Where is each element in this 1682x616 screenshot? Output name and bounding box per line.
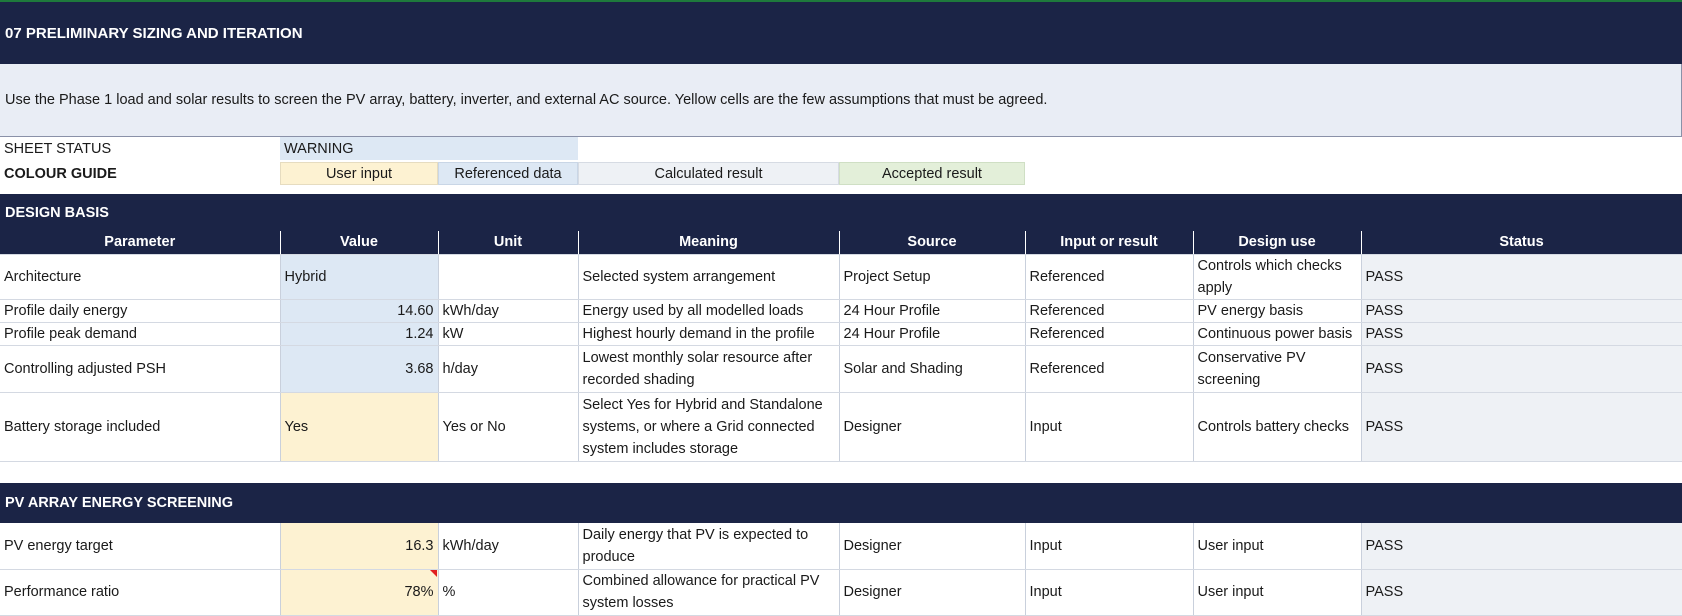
io-cell[interactable]: Input: [1025, 392, 1194, 462]
value-cell[interactable]: 78%: [280, 569, 439, 616]
source-cell[interactable]: Designer: [839, 569, 1026, 616]
comment-marker-icon[interactable]: [429, 569, 437, 577]
col-header-value[interactable]: Value: [280, 231, 439, 255]
meaning-cell[interactable]: Daily energy that PV is expected to prod…: [578, 523, 840, 570]
param-cell[interactable]: Performance ratio: [0, 569, 281, 616]
guide-calculated[interactable]: Calculated result: [578, 162, 839, 185]
table-row: Performance ratio 78% % Combined allowan…: [0, 569, 1682, 616]
source-cell[interactable]: 24 Hour Profile: [839, 322, 1026, 346]
table-row: Controlling adjusted PSH 3.68 h/day Lowe…: [0, 345, 1682, 393]
table-row: Profile daily energy 14.60 kWh/day Energ…: [0, 299, 1682, 323]
section-design-basis: DESIGN BASIS: [0, 194, 1682, 231]
param-cell[interactable]: Architecture: [0, 254, 281, 300]
io-cell[interactable]: Referenced: [1025, 322, 1194, 346]
table-row: Battery storage included Yes Yes or No S…: [0, 392, 1682, 462]
colour-guide-label: COLOUR GUIDE: [4, 165, 117, 182]
value-text: 78%: [404, 584, 434, 600]
io-cell[interactable]: Input: [1025, 569, 1194, 616]
sheet-status-blank[interactable]: [438, 137, 578, 160]
status-cell[interactable]: PASS: [1361, 299, 1682, 323]
value-cell[interactable]: 14.60: [280, 299, 439, 323]
meaning-cell[interactable]: Combined allowance for practical PV syst…: [578, 569, 840, 616]
use-cell[interactable]: PV energy basis: [1193, 299, 1362, 323]
source-cell[interactable]: 24 Hour Profile: [839, 299, 1026, 323]
param-cell[interactable]: Battery storage included: [0, 392, 281, 462]
sheet-title: 07 PRELIMINARY SIZING AND ITERATION: [0, 2, 1682, 64]
use-cell[interactable]: Controls battery checks: [1193, 392, 1362, 462]
use-cell[interactable]: Controls which checks apply: [1193, 254, 1362, 300]
meaning-cell[interactable]: Selected system arrangement: [578, 254, 840, 300]
value-cell[interactable]: Yes: [280, 392, 439, 462]
pv-array-table: PV energy target 16.3 kWh/day Daily ener…: [0, 523, 1682, 616]
param-cell[interactable]: PV energy target: [0, 523, 281, 570]
sheet-status-label: SHEET STATUS: [4, 140, 112, 157]
status-cell[interactable]: PASS: [1361, 523, 1682, 570]
sheet-status-value[interactable]: WARNING: [280, 137, 438, 160]
param-cell[interactable]: Profile peak demand: [0, 322, 281, 346]
col-header-unit[interactable]: Unit: [438, 231, 579, 255]
io-cell[interactable]: Input: [1025, 523, 1194, 570]
col-header-design-use[interactable]: Design use: [1193, 231, 1362, 255]
source-cell[interactable]: Solar and Shading: [839, 345, 1026, 393]
use-cell[interactable]: Conservative PV screening: [1193, 345, 1362, 393]
meaning-cell[interactable]: Lowest monthly solar resource after reco…: [578, 345, 840, 393]
meaning-cell[interactable]: Energy used by all modelled loads: [578, 299, 840, 323]
io-cell[interactable]: Referenced: [1025, 299, 1194, 323]
value-cell[interactable]: 1.24: [280, 322, 439, 346]
unit-cell[interactable]: kWh/day: [438, 523, 579, 570]
unit-cell[interactable]: %: [438, 569, 579, 616]
col-header-meaning[interactable]: Meaning: [578, 231, 840, 255]
use-cell[interactable]: User input: [1193, 523, 1362, 570]
unit-cell[interactable]: h/day: [438, 345, 579, 393]
table-row: Architecture Hybrid Selected system arra…: [0, 254, 1682, 300]
status-cell[interactable]: PASS: [1361, 254, 1682, 300]
io-cell[interactable]: Referenced: [1025, 254, 1194, 300]
col-header-parameter[interactable]: Parameter: [0, 231, 281, 255]
sheet-intro: Use the Phase 1 load and solar results t…: [0, 64, 1682, 137]
guide-user-input[interactable]: User input: [280, 162, 438, 185]
col-header-source[interactable]: Source: [839, 231, 1026, 255]
value-cell[interactable]: 16.3: [280, 523, 439, 570]
source-cell[interactable]: Designer: [839, 392, 1026, 462]
unit-cell[interactable]: kW: [438, 322, 579, 346]
use-cell[interactable]: User input: [1193, 569, 1362, 616]
use-cell[interactable]: Continuous power basis: [1193, 322, 1362, 346]
param-cell[interactable]: Profile daily energy: [0, 299, 281, 323]
unit-cell[interactable]: kWh/day: [438, 299, 579, 323]
status-cell[interactable]: PASS: [1361, 392, 1682, 462]
table-header-row: Parameter Value Unit Meaning Source Inpu…: [0, 231, 1682, 255]
col-header-status[interactable]: Status: [1361, 231, 1682, 255]
guide-accepted[interactable]: Accepted result: [839, 162, 1025, 185]
section-pv-array-energy-screening: PV ARRAY ENERGY SCREENING: [0, 483, 1682, 523]
guide-referenced[interactable]: Referenced data: [438, 162, 578, 185]
value-cell[interactable]: Hybrid: [280, 254, 439, 300]
value-cell[interactable]: 3.68: [280, 345, 439, 393]
unit-cell[interactable]: [438, 254, 579, 300]
unit-cell[interactable]: Yes or No: [438, 392, 579, 462]
meaning-cell[interactable]: Highest hourly demand in the profile: [578, 322, 840, 346]
table-row: PV energy target 16.3 kWh/day Daily ener…: [0, 523, 1682, 570]
col-header-input-or-result[interactable]: Input or result: [1025, 231, 1194, 255]
source-cell[interactable]: Project Setup: [839, 254, 1026, 300]
status-cell[interactable]: PASS: [1361, 345, 1682, 393]
table-row: Profile peak demand 1.24 kW Highest hour…: [0, 322, 1682, 346]
io-cell[interactable]: Referenced: [1025, 345, 1194, 393]
status-cell[interactable]: PASS: [1361, 322, 1682, 346]
design-basis-table: Parameter Value Unit Meaning Source Inpu…: [0, 231, 1682, 462]
meaning-cell[interactable]: Select Yes for Hybrid and Standalone sys…: [578, 392, 840, 462]
source-cell[interactable]: Designer: [839, 523, 1026, 570]
param-cell[interactable]: Controlling adjusted PSH: [0, 345, 281, 393]
status-cell[interactable]: PASS: [1361, 569, 1682, 616]
